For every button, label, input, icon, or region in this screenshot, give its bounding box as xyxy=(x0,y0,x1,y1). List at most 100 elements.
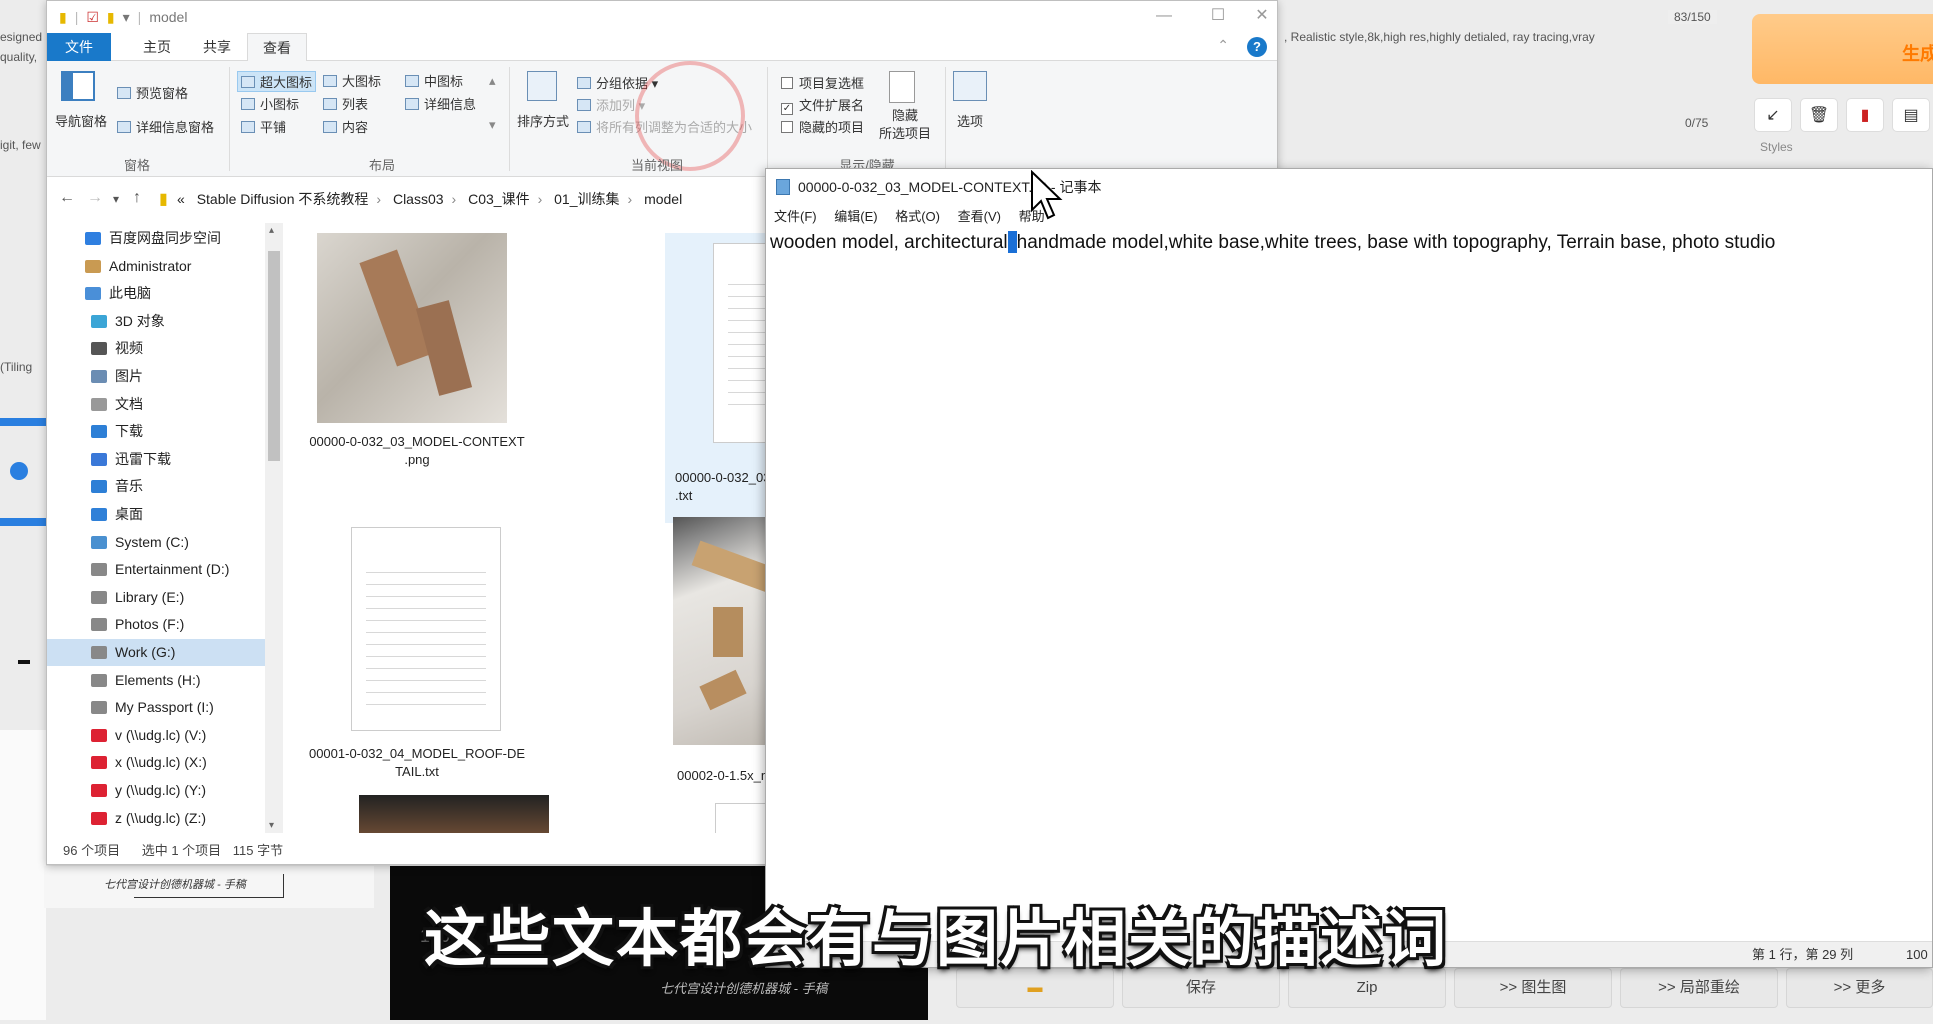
sort-button[interactable]: 排序方式 xyxy=(517,111,569,130)
file-ext-toggle[interactable]: ✓ 文件扩展名 xyxy=(781,95,864,115)
menu-edit[interactable]: 编辑(E) xyxy=(834,209,877,224)
tab-view[interactable]: 查看 xyxy=(247,33,307,61)
clipboard-icon[interactable]: ▤ xyxy=(1892,98,1930,132)
file-tile[interactable]: 00000-0-032_03_MODEL-CONTEXT .png xyxy=(297,223,537,513)
nav-item-icon xyxy=(91,397,107,411)
checkbox-checked[interactable]: ✓ xyxy=(781,103,793,115)
layout-expand-icon[interactable]: ▾ xyxy=(489,117,496,133)
model-photo-thumbnail[interactable] xyxy=(359,795,549,833)
nav-scrollbar[interactable]: ▴ ▾ xyxy=(265,223,283,833)
trash-icon[interactable]: 🗑 xyxy=(1800,98,1838,132)
layout-medium-icons[interactable]: 中图标 xyxy=(405,71,463,90)
recent-chevron-icon[interactable]: ▾ xyxy=(113,192,119,206)
bg-slider-handle[interactable] xyxy=(10,462,28,480)
minimize-button[interactable]: — xyxy=(1137,1,1191,33)
nav-item[interactable]: My Passport (I:) xyxy=(47,694,283,721)
hidden-items-toggle[interactable]: 隐藏的项目 xyxy=(781,117,864,136)
forward-arrow-icon[interactable]: → xyxy=(87,189,103,207)
bookmark-icon[interactable]: ▮ xyxy=(1846,98,1884,132)
back-arrow-icon[interactable]: ← xyxy=(59,189,75,207)
nav-item[interactable]: Work (G:) xyxy=(47,639,283,666)
prompt-snippet[interactable]: , Realistic style,8k,high res,highly det… xyxy=(1284,30,1595,44)
nav-item[interactable]: 下载 xyxy=(47,418,283,445)
img2img-button[interactable]: >> 图生图 xyxy=(1454,968,1612,1008)
inpaint-button[interactable]: >> 局部重绘 xyxy=(1620,968,1778,1008)
sort-icon[interactable] xyxy=(527,71,557,101)
nav-item[interactable]: v (\\udg.lc) (V:) xyxy=(47,722,283,749)
file-tile[interactable]: 00001-0-032_04_MODEL_ROOF-DE TAIL.txt xyxy=(297,523,537,813)
nav-item[interactable]: y (\\udg.lc) (Y:) xyxy=(47,777,283,804)
scroll-down-icon[interactable]: ▾ xyxy=(269,820,274,831)
nav-item[interactable]: 迅雷下载 xyxy=(47,446,283,473)
nav-item[interactable]: Elements (H:) xyxy=(47,667,283,694)
layout-list[interactable]: 列表 xyxy=(323,94,368,113)
nav-item[interactable]: 视频 xyxy=(47,335,283,362)
breadcrumb-item[interactable]: Stable Diffusion 不系统教程 xyxy=(197,191,369,207)
options-button[interactable]: 选项 xyxy=(957,111,983,130)
breadcrumb-item[interactable]: model xyxy=(644,191,682,207)
nav-item[interactable]: Entertainment (D:) xyxy=(47,556,283,583)
close-button[interactable]: ✕ xyxy=(1245,1,1279,33)
collapse-ribbon-icon[interactable]: ⌃ xyxy=(1217,37,1229,54)
checkbox[interactable] xyxy=(781,77,793,89)
more-button[interactable]: >> 更多 xyxy=(1786,968,1933,1008)
nav-item[interactable]: Photos (F:) xyxy=(47,611,283,638)
nav-item[interactable]: 文档 xyxy=(47,391,283,418)
nav-item[interactable]: 音乐 xyxy=(47,473,283,500)
nav-pane-icon[interactable] xyxy=(61,71,95,101)
notepad-text-area[interactable]: wooden model, architectural handmade mode… xyxy=(770,231,1775,254)
checkmark-icon[interactable]: ☑ xyxy=(86,9,99,26)
nav-item[interactable]: 此电脑 xyxy=(47,280,283,307)
scroll-up-icon[interactable]: ▴ xyxy=(269,225,274,236)
layout-small-icons[interactable]: 小图标 xyxy=(241,94,299,113)
breadcrumb-item[interactable]: C03_课件 xyxy=(468,191,529,207)
breadcrumb-item[interactable]: 01_训练集 xyxy=(554,191,619,207)
breadcrumb-item[interactable]: Class03 xyxy=(393,191,444,207)
maximize-button[interactable]: ☐ xyxy=(1191,1,1245,33)
menu-file[interactable]: 文件(F) xyxy=(774,209,817,224)
scrollbar-thumb[interactable] xyxy=(268,251,280,461)
chevron-down-icon[interactable]: ▾ xyxy=(123,9,130,26)
menu-format[interactable]: 格式(O) xyxy=(895,209,940,224)
hide-selected-icon[interactable] xyxy=(889,71,915,103)
nav-item[interactable]: 图片 xyxy=(47,363,283,390)
pencil-icon[interactable]: ↙ xyxy=(1754,98,1792,132)
nav-item[interactable]: 3D 对象 xyxy=(47,308,283,335)
nav-item[interactable]: Administrator xyxy=(47,253,283,280)
bg-slider-track[interactable] xyxy=(0,418,46,426)
preview-pane-button[interactable]: 预览窗格 xyxy=(117,83,188,102)
checkbox[interactable] xyxy=(781,121,793,133)
nav-item-icon xyxy=(91,784,107,797)
breadcrumb-overflow[interactable]: « xyxy=(177,191,185,207)
nav-item[interactable]: x (\\udg.lc) (X:) xyxy=(47,749,283,776)
bg-slider-track[interactable] xyxy=(0,518,46,526)
up-arrow-icon[interactable]: ↑ xyxy=(133,189,141,207)
new-folder-icon[interactable]: ▮ xyxy=(107,9,115,26)
options-icon[interactable] xyxy=(953,71,987,101)
tab-file[interactable]: 文件 xyxy=(47,33,111,61)
nav-pane-button[interactable]: 导航窗格 xyxy=(55,111,107,130)
nav-item[interactable]: 桌面 xyxy=(47,501,283,528)
layout-content[interactable]: 内容 xyxy=(323,117,368,136)
nav-item[interactable]: 百度网盘同步空间 xyxy=(47,225,283,252)
layout-extra-large-icons[interactable]: 超大图标 xyxy=(237,71,317,92)
folder-icon: ▮ xyxy=(59,8,67,25)
checkbox-label: 文件扩展名 xyxy=(799,98,865,113)
tab-home[interactable]: 主页 xyxy=(127,33,187,61)
tab-share[interactable]: 共享 xyxy=(187,33,247,61)
breadcrumb[interactable]: « Stable Diffusion 不系统教程 › Class03 › C03_课… xyxy=(177,189,690,209)
layout-tiles[interactable]: 平铺 xyxy=(241,117,286,136)
menu-view[interactable]: 查看(V) xyxy=(958,209,1001,224)
hide-selected-button[interactable]: 隐藏 所选项目 xyxy=(879,107,931,143)
nav-item[interactable]: System (C:) xyxy=(47,529,283,556)
layout-scroll-up-icon[interactable]: ▴ xyxy=(489,73,496,89)
generate-button[interactable]: 生成 xyxy=(1752,14,1933,84)
details-pane-button[interactable]: 详细信息窗格 xyxy=(117,117,214,136)
nav-item[interactable]: z (\\udg.lc) (Z:) xyxy=(47,805,283,832)
layout-large-icons[interactable]: 大图标 xyxy=(323,71,381,90)
item-checkbox-toggle[interactable]: 项目复选框 xyxy=(781,73,864,92)
nav-item-label: y (\\udg.lc) (Y:) xyxy=(115,782,207,798)
help-icon[interactable]: ? xyxy=(1247,37,1267,57)
layout-details[interactable]: 详细信息 xyxy=(405,94,476,113)
nav-item[interactable]: Library (E:) xyxy=(47,584,283,611)
